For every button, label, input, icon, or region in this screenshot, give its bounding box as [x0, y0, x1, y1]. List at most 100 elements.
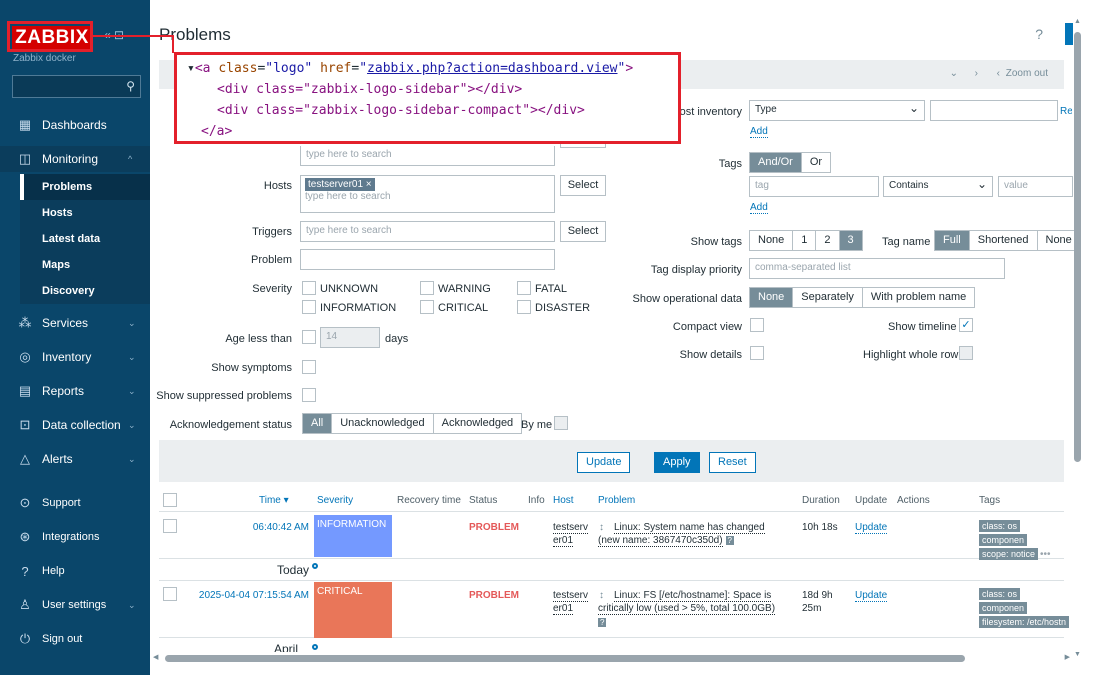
- col-severity[interactable]: Severity: [317, 495, 353, 506]
- scroll-right-icon[interactable]: ▶: [1065, 653, 1070, 661]
- zoom-out-button[interactable]: Zoom out: [1006, 68, 1048, 79]
- row-time[interactable]: 2025-04-04 07:15:54 AM: [187, 590, 309, 601]
- tag-priority-input[interactable]: comma-separated list: [749, 258, 1005, 279]
- nav-user-settings[interactable]: ♙ User settings ⌄: [0, 594, 150, 616]
- opdata-with-name[interactable]: With problem name: [863, 288, 974, 307]
- row-host[interactable]: er01: [553, 535, 574, 547]
- ack-unack-option[interactable]: Unacknowledged: [332, 414, 434, 433]
- subnav-hosts[interactable]: Hosts: [20, 200, 150, 226]
- tag-name-input[interactable]: tag: [749, 176, 879, 197]
- chevron-down-icon[interactable]: ⌄: [950, 68, 958, 79]
- show-details-checkbox[interactable]: [750, 346, 764, 360]
- triggers-input[interactable]: type here to search: [300, 221, 555, 242]
- triggers-select-button[interactable]: Select: [560, 221, 606, 242]
- tag-name-shortened[interactable]: Shortened: [970, 231, 1038, 250]
- tag-chip[interactable]: componen: [979, 602, 1028, 614]
- inventory-add-link[interactable]: Add: [750, 126, 768, 138]
- severity-information-checkbox[interactable]: [302, 300, 316, 314]
- subnav-latest-data[interactable]: Latest data: [20, 226, 150, 252]
- comment-icon[interactable]: ?: [725, 536, 734, 545]
- nav-inventory[interactable]: ◎ Inventory ⌄: [0, 344, 150, 370]
- severity-disaster-checkbox[interactable]: [517, 300, 531, 314]
- ack-status-segment[interactable]: All Unacknowledged Acknowledged: [302, 413, 523, 434]
- comment-icon[interactable]: ?: [598, 618, 607, 627]
- inventory-value-input[interactable]: [930, 100, 1058, 121]
- show-suppressed-checkbox[interactable]: [302, 388, 316, 402]
- scroll-down-icon[interactable]: ▼: [1074, 651, 1081, 658]
- row-problem[interactable]: critically low (used > 5%, total 100.0GB…: [598, 603, 776, 615]
- scroll-up-icon[interactable]: ▲: [1074, 18, 1081, 25]
- nav-alerts[interactable]: △ Alerts ⌄: [0, 446, 150, 472]
- chevron-left-icon[interactable]: ‹: [997, 68, 1000, 79]
- ack-all-option[interactable]: All: [303, 414, 333, 433]
- show-tags-1[interactable]: 1: [793, 231, 817, 250]
- tag-chip[interactable]: componen: [979, 534, 1028, 546]
- severity-fatal-checkbox[interactable]: [517, 281, 531, 295]
- tag-value-input[interactable]: value: [998, 176, 1073, 197]
- show-tags-3[interactable]: 3: [839, 231, 862, 250]
- hosts-input[interactable]: testserver01 × type here to search: [300, 175, 555, 213]
- nav-services[interactable]: ⁂ Services ⌄: [0, 310, 150, 336]
- tag-name-full[interactable]: Full: [935, 231, 970, 250]
- host-tag-chip[interactable]: testserver01 ×: [305, 178, 375, 191]
- problem-input[interactable]: [300, 249, 555, 270]
- age-checkbox[interactable]: [302, 330, 316, 344]
- opdata-none[interactable]: None: [750, 288, 794, 307]
- apply-button[interactable]: Apply: [654, 452, 700, 473]
- tags-andor-option[interactable]: And/Or: [750, 153, 802, 172]
- horizontal-scrollbar[interactable]: ◀ ▶: [150, 653, 1073, 663]
- compact-view-checkbox[interactable]: [750, 318, 764, 332]
- hosts-select-button[interactable]: Select: [560, 175, 606, 196]
- tag-operator-select[interactable]: Contains: [883, 176, 993, 197]
- opdata-segment[interactable]: None Separately With problem name: [749, 287, 976, 308]
- highlight-row-checkbox[interactable]: [959, 346, 973, 360]
- col-host[interactable]: Host: [553, 495, 574, 506]
- age-input[interactable]: 14: [320, 327, 380, 348]
- nav-sign-out[interactable]: ⏻ Sign out: [0, 628, 150, 650]
- nav-data-collection[interactable]: ⊡ Data collection ⌄: [0, 412, 150, 438]
- help-icon[interactable]: ?: [1035, 26, 1043, 42]
- ack-ack-option[interactable]: Acknowledged: [434, 414, 522, 433]
- nav-reports[interactable]: ▤ Reports ⌄: [0, 378, 150, 404]
- nav-integrations[interactable]: ⊛ Integrations: [0, 526, 150, 548]
- subnav-problems[interactable]: Problems: [20, 174, 150, 200]
- row-host[interactable]: er01: [553, 603, 574, 615]
- subnav-maps[interactable]: Maps: [20, 252, 150, 278]
- table-row[interactable]: 2025-04-04 07:15:54 AM CRITICAL PROBLEM …: [159, 582, 1069, 638]
- host-groups-input[interactable]: type here to search: [300, 146, 555, 166]
- code-link[interactable]: zabbix.php?action=dashboard.view: [367, 61, 617, 76]
- tag-chip[interactable]: filesystem: /etc/hostn: [979, 616, 1069, 628]
- col-problem[interactable]: Problem: [598, 495, 635, 506]
- vertical-scrollbar[interactable]: ▲ ▼: [1073, 18, 1083, 658]
- severity-unknown-checkbox[interactable]: [302, 281, 316, 295]
- severity-critical-checkbox[interactable]: [420, 300, 434, 314]
- row-host[interactable]: testserv: [553, 590, 589, 602]
- show-symptoms-checkbox[interactable]: [302, 360, 316, 374]
- nav-help[interactable]: ? Help: [0, 560, 150, 582]
- by-me-checkbox[interactable]: [554, 416, 568, 430]
- opdata-separately[interactable]: Separately: [793, 288, 863, 307]
- row-problem[interactable]: Linux: FS [/etc/hostname]: Space is: [614, 590, 772, 602]
- row-checkbox[interactable]: [163, 519, 177, 533]
- tags-or-option[interactable]: Or: [802, 153, 830, 172]
- tags-operator-segment[interactable]: And/Or Or: [749, 152, 832, 173]
- update-button[interactable]: Update: [577, 452, 631, 473]
- inventory-type-select[interactable]: Type: [749, 100, 925, 121]
- nav-dashboards[interactable]: ▦ Dashboards: [0, 112, 150, 138]
- select-all-checkbox[interactable]: [163, 493, 177, 507]
- tag-chip[interactable]: class: os: [979, 588, 1021, 600]
- tags-add-link[interactable]: Add: [750, 202, 768, 214]
- kiosk-button[interactable]: [1065, 23, 1073, 45]
- row-update-link[interactable]: Update: [855, 522, 888, 534]
- reset-button[interactable]: Reset: [709, 452, 756, 473]
- nav-monitoring[interactable]: ◫ Monitoring ^: [0, 146, 150, 172]
- row-checkbox[interactable]: [163, 587, 177, 601]
- scroll-thumb[interactable]: [1074, 32, 1081, 462]
- sidebar-search-input[interactable]: ⚲: [12, 75, 141, 98]
- row-time[interactable]: 06:40:42 AM: [239, 522, 309, 533]
- tag-chip[interactable]: class: os: [979, 520, 1021, 532]
- chevron-right-icon[interactable]: ›: [975, 68, 978, 79]
- subnav-discovery[interactable]: Discovery: [20, 278, 150, 304]
- tag-name-segment[interactable]: Full Shortened None: [934, 230, 1081, 251]
- show-tags-2[interactable]: 2: [816, 231, 840, 250]
